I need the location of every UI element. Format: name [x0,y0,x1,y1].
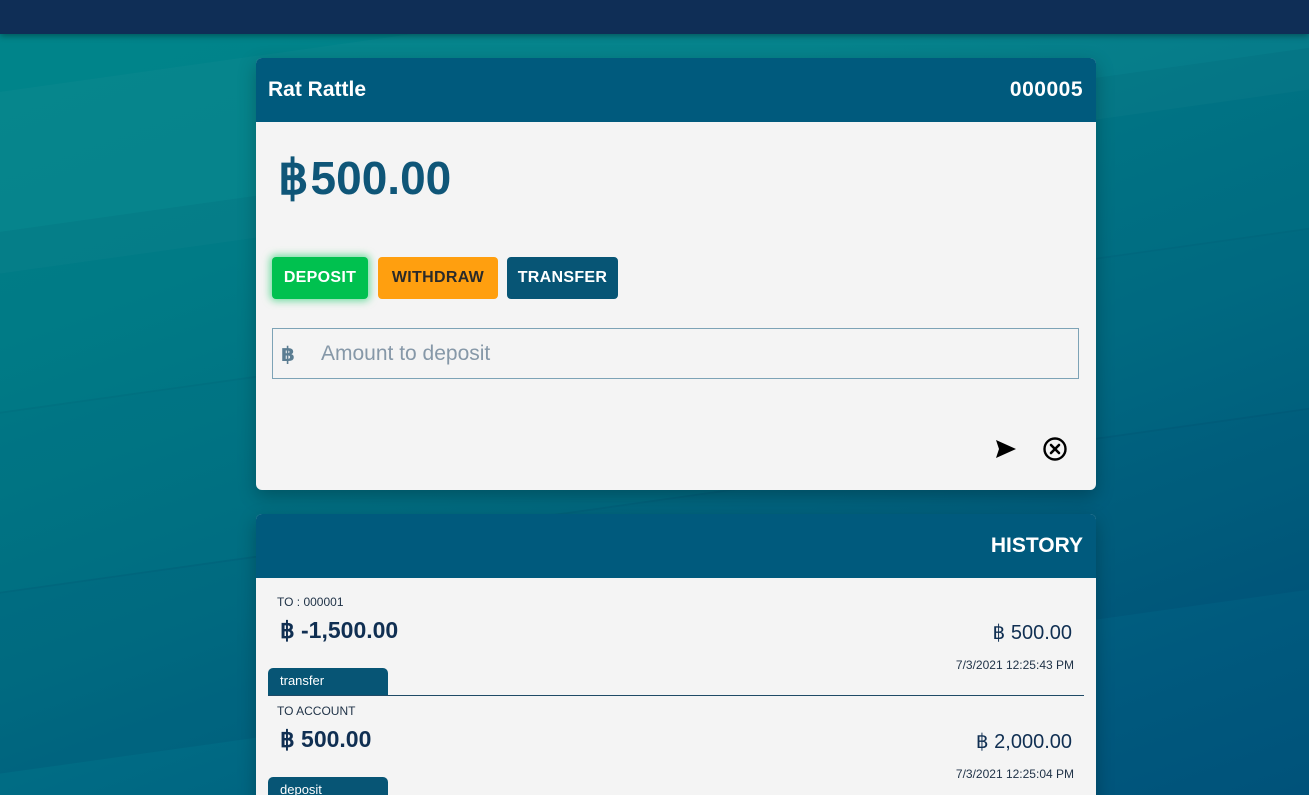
transaction-row: TO ACCOUNT ฿ 500.00 ฿ 2,000.00 7/3/2021 … [268,699,1084,795]
cancel-circle-icon-graphic [1043,437,1067,461]
withdraw-button[interactable]: WITHDRAW [378,257,498,299]
transaction-date: 7/3/2021 12:25:04 PM [955,767,1074,781]
transaction-balance: ฿ 2,000.00 [975,731,1072,753]
cancel-circle-icon[interactable] [1040,434,1070,464]
account-header: Rat Rattle 000005 [256,58,1096,122]
amount-field: ฿ [272,328,1079,379]
transaction-row: TO : 000001 ฿ -1,500.00 ฿ 500.00 7/3/202… [268,590,1084,696]
deposit-button[interactable]: DEPOSIT [272,257,368,299]
transaction-amount: ฿ 500.00 [280,726,372,752]
transaction-type-badge: transfer [268,668,388,695]
transaction-target: TO ACCOUNT [277,704,356,718]
transaction-amount: ฿ -1,500.00 [280,617,399,643]
amount-input[interactable] [317,329,1078,378]
send-icon[interactable] [991,434,1021,464]
transaction-target: TO : 000001 [277,595,344,609]
baht-icon: ฿ [281,341,295,366]
transaction-type-badge: deposit [268,777,388,795]
currency-symbol: ฿ [278,152,309,205]
balance-amount: 500.00 [310,152,452,204]
history-title: HISTORY [990,534,1083,557]
history-card: HISTORY TO : 000001 ฿ -1,500.00 ฿ 500.00… [256,514,1096,795]
account-balance: ฿ 500.00 [278,150,451,206]
account-name: Rat Rattle [268,78,367,101]
account-number: 000005 [1009,78,1083,101]
transfer-button[interactable]: TRANSFER [507,257,618,299]
account-card: Rat Rattle 000005 ฿ 500.00 DEPOSIT WITHD… [256,58,1096,490]
transaction-date: 7/3/2021 12:25:43 PM [955,658,1074,672]
top-navbar [0,0,1309,34]
history-header: HISTORY [256,514,1096,578]
transaction-balance: ฿ 500.00 [992,622,1072,644]
send-icon-graphic [996,440,1016,458]
